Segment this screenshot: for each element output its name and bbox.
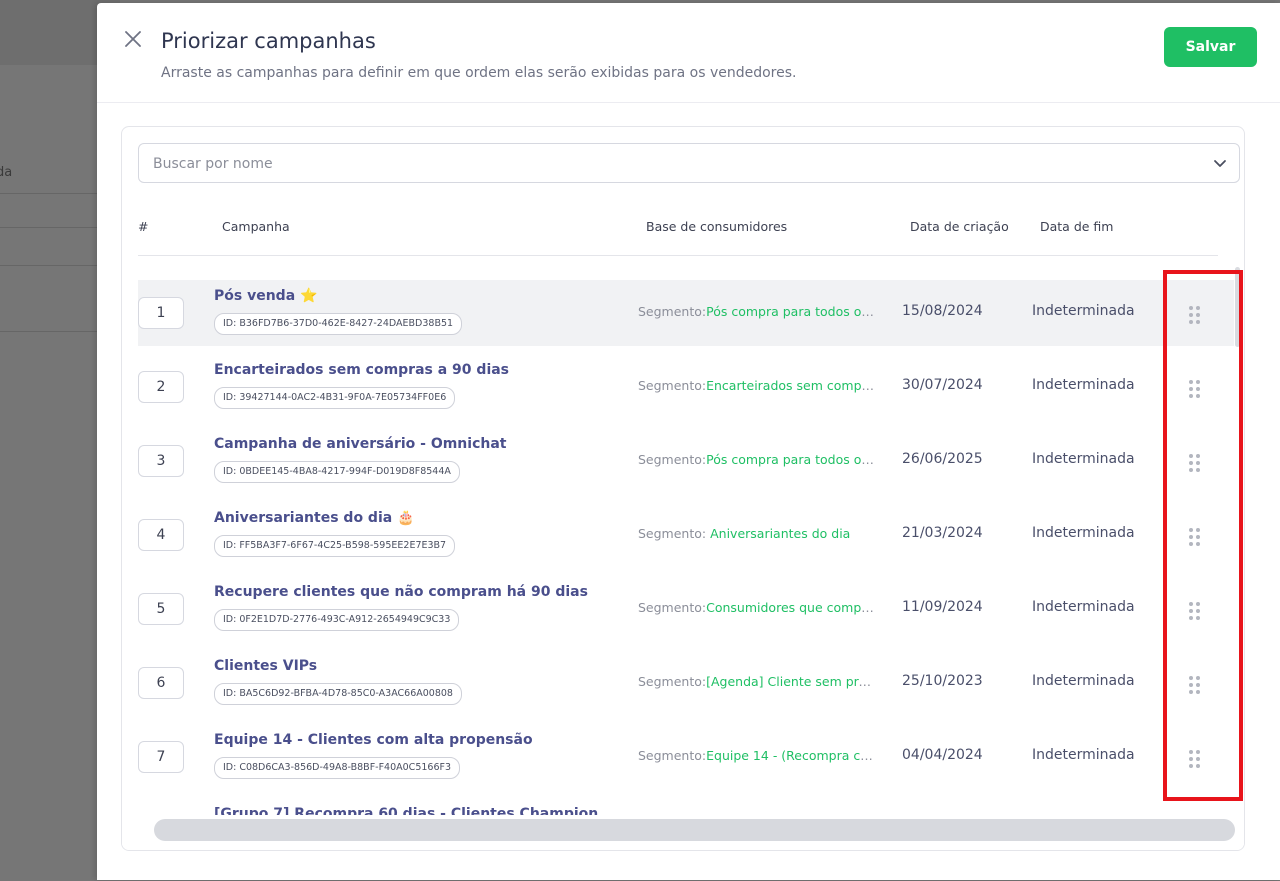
search-input[interactable] — [151, 144, 1195, 184]
segment-prefix: Segmento: — [638, 304, 707, 319]
end-date: Indeterminada — [1032, 303, 1135, 319]
background-divider — [0, 193, 110, 194]
drag-handle-icon[interactable] — [1189, 602, 1203, 622]
segment-name: Consumidores que compraram há 90 dias — [706, 600, 876, 615]
creation-date: 15/08/2024 — [902, 303, 983, 319]
campaign-name: Pós venda ⭐ — [214, 288, 318, 304]
table-header: # Campanha Base de consumidores Data de … — [138, 215, 1218, 256]
segment-label: Segmento:Encarteirados sem compras a 90 … — [638, 378, 876, 393]
column-header-consumer-base: Base de consumidores — [646, 219, 788, 234]
drag-handle-icon[interactable] — [1189, 306, 1203, 326]
end-date: Indeterminada — [1032, 377, 1135, 393]
campaign-name: Aniversariantes do dia 🎂 — [214, 510, 415, 526]
background-label: da — [0, 165, 13, 180]
vertical-scrollbar[interactable] — [1235, 267, 1240, 347]
end-date: Indeterminada — [1032, 451, 1135, 467]
segment-prefix: Segmento: — [638, 748, 707, 763]
table-row[interactable]: 7 Equipe 14 - Clientes com alta propensã… — [138, 724, 1234, 790]
table-row[interactable]: 5 Recupere clientes que não compram há 9… — [138, 576, 1234, 642]
campaign-name: Equipe 14 - Clientes com alta propensão — [214, 732, 533, 748]
creation-date: 26/06/2025 — [902, 451, 983, 467]
column-header-campaign: Campanha — [222, 219, 290, 234]
segment-name: [Agenda] Cliente sem produto — [706, 674, 876, 689]
end-date: Indeterminada — [1032, 599, 1135, 615]
campaign-name: Encarteirados sem compras a 90 dias — [214, 362, 510, 378]
end-date: Indeterminada — [1032, 673, 1135, 689]
horizontal-scrollbar[interactable] — [154, 819, 1235, 841]
drawer-title: Priorizar campanhas — [161, 29, 376, 53]
segment-prefix: Segmento: — [638, 674, 707, 689]
segment-name: Equipe 14 - (Recompra com alta propensão… — [706, 748, 876, 763]
campaign-id-badge: ID: 0BDEE145-4BA8-4217-994F-D019D8F8544A — [214, 461, 460, 483]
position-field[interactable]: 2 — [138, 371, 184, 403]
segment-name: Aniversariantes do dia — [710, 526, 851, 541]
column-header-end-date: Data de fim — [1040, 219, 1114, 234]
segment-label: Segmento:[Agenda] Cliente sem produto — [638, 674, 876, 689]
creation-date: 30/07/2024 — [902, 377, 983, 393]
column-header-creation-date: Data de criação — [910, 219, 1009, 234]
segment-label: Segmento:Pós compra para todos os client… — [638, 304, 876, 319]
position-field[interactable]: 6 — [138, 667, 184, 699]
table-row[interactable]: 6 Clientes VIPs ID: BA5C6D92-BFBA-4D78-8… — [138, 650, 1234, 716]
drag-handle-icon[interactable] — [1189, 676, 1203, 696]
segment-name: Pós compra para todos os clientes — [706, 304, 876, 319]
drag-handle-icon[interactable] — [1189, 750, 1203, 770]
background-divider — [0, 265, 110, 266]
campaign-name: Recupere clientes que não compram há 90 … — [214, 584, 588, 600]
column-header-index: # — [138, 219, 149, 234]
close-icon[interactable] — [121, 27, 145, 51]
drawer-subtitle: Arraste as campanhas para definir em que… — [161, 65, 797, 81]
campaign-name: Clientes VIPs — [214, 658, 318, 674]
campaign-id-badge: ID: 39427144-0AC2-4B31-9F0A-7E05734FF0E6 — [214, 387, 456, 409]
position-field[interactable]: 7 — [138, 741, 184, 773]
campaign-id-badge: ID: FF5BA3F7-6F67-4C25-B598-595EE2E7E3B7 — [214, 535, 456, 557]
campaign-id-badge: ID: 0F2E1D7D-2776-493C-A912-2654949C9C33 — [214, 609, 460, 631]
segment-name: Pós compra para todos os clientes — [706, 452, 876, 467]
campaign-list-card: # Campanha Base de consumidores Data de … — [121, 126, 1245, 851]
campaign-id-badge: ID: C08D6CA3-856D-49A8-B8BF-F40A0C5166F3 — [214, 757, 461, 779]
campaign-id-badge: ID: BA5C6D92-BFBA-4D78-85C0-A3AC66A00808 — [214, 683, 462, 705]
creation-date: 04/04/2024 — [902, 747, 983, 763]
position-field[interactable]: 3 — [138, 445, 184, 477]
position-field[interactable]: 1 — [138, 297, 184, 329]
save-button[interactable]: Salvar — [1164, 27, 1257, 67]
segment-prefix: Segmento: — [638, 452, 707, 467]
segment-label: Segmento: Aniversariantes do dia — [638, 526, 876, 541]
drag-handle-icon[interactable] — [1189, 454, 1203, 474]
creation-date: 21/03/2024 — [902, 525, 983, 541]
drag-handle-icon[interactable] — [1189, 380, 1203, 400]
segment-label: Segmento:Pós compra para todos os client… — [638, 452, 876, 467]
end-date: Indeterminada — [1032, 525, 1135, 541]
segment-label: Segmento:Consumidores que compraram há 9… — [638, 600, 876, 615]
campaign-name: Campanha de aniversário - Omnichat — [214, 436, 507, 452]
segment-label: Segmento:Equipe 14 - (Recompra com alta … — [638, 748, 876, 763]
table-row[interactable]: 1 Pós venda ⭐ ID: B36FD7B6-37D0-462E-842… — [138, 280, 1234, 346]
prioritize-campaigns-drawer: Priorizar campanhas Arraste as campanhas… — [97, 3, 1280, 880]
table-row[interactable]: 2 Encarteirados sem compras a 90 dias ID… — [138, 354, 1234, 420]
creation-date: 25/10/2023 — [902, 673, 983, 689]
segment-prefix: Segmento: — [638, 600, 707, 615]
table-row[interactable]: 3 Campanha de aniversário - Omnichat ID:… — [138, 428, 1234, 494]
search-dropdown[interactable] — [138, 143, 1240, 184]
campaign-id-badge: ID: B36FD7B6-37D0-462E-8427-24DAEBD38B51 — [214, 313, 463, 335]
position-field[interactable]: 5 — [138, 593, 184, 625]
segment-name: Encarteirados sem compras a 90 dias — [706, 378, 876, 393]
chevron-down-icon[interactable] — [1211, 154, 1229, 172]
table-row[interactable]: 4 Aniversariantes do dia 🎂 ID: FF5BA3F7-… — [138, 502, 1234, 568]
drag-handle-icon[interactable] — [1189, 528, 1203, 548]
background-divider — [0, 227, 110, 228]
position-field[interactable]: 4 — [138, 519, 184, 551]
creation-date: 11/09/2024 — [902, 599, 983, 615]
drawer-header: Priorizar campanhas Arraste as campanhas… — [97, 3, 1280, 103]
background-divider — [0, 331, 110, 332]
segment-prefix: Segmento: — [638, 378, 707, 393]
end-date: Indeterminada — [1032, 747, 1135, 763]
segment-prefix: Segmento: — [638, 526, 711, 541]
